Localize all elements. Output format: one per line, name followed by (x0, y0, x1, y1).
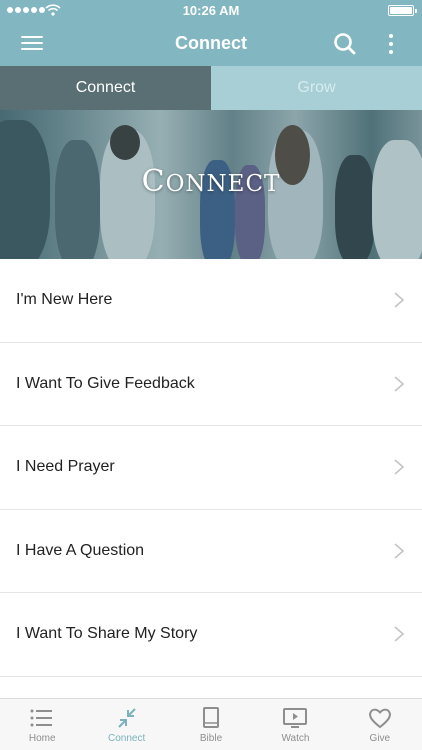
nav-bar: Connect (0, 22, 422, 66)
tab-connect-bottom[interactable]: Connect (84, 699, 168, 750)
heart-icon (368, 708, 391, 729)
more-options-button[interactable] (384, 31, 398, 57)
list-item-label: I Want To Give Feedback (16, 374, 195, 392)
connect-list: I'm New Here I Want To Give Feedback I N… (0, 259, 422, 677)
menu-icon (18, 36, 46, 50)
tab-grow[interactable]: Grow (211, 66, 422, 110)
page-title: Connect (175, 33, 247, 53)
list-item-share-story[interactable]: I Want To Share My Story (0, 593, 422, 677)
list-item-label: I Want To Share My Story (16, 625, 198, 643)
tab-connect[interactable]: Connect (0, 66, 211, 110)
chevron-right-icon (394, 292, 405, 308)
search-button[interactable] (332, 31, 358, 57)
tab-label: Bible (199, 733, 223, 744)
search-icon (334, 33, 356, 55)
list-item-have-question[interactable]: I Have A Question (0, 509, 422, 593)
list-item-label: I Need Prayer (16, 458, 115, 476)
hero-title: CONNECT (141, 164, 281, 199)
list-item-new-here[interactable]: I'm New Here (0, 259, 422, 343)
tab-label: Home (28, 733, 56, 744)
status-time: 10:26 AM (182, 3, 240, 18)
hero-banner: CONNECT (0, 110, 422, 259)
video-icon (283, 708, 308, 728)
chevron-right-icon (394, 543, 405, 559)
status-bar: 10:26 AM (0, 0, 422, 22)
battery-icon (388, 5, 417, 16)
list-item-label: I'm New Here (16, 291, 113, 309)
tab-watch[interactable]: Watch (253, 699, 337, 750)
tab-home[interactable]: Home (0, 699, 84, 750)
chevron-right-icon (394, 376, 405, 392)
list-icon (30, 709, 53, 727)
chevron-right-icon (394, 459, 405, 475)
tab-label: Watch (281, 733, 310, 744)
more-vertical-icon (384, 34, 398, 54)
book-icon (203, 707, 220, 728)
tab-label: Connect (107, 733, 146, 744)
tab-give[interactable]: Give (338, 699, 422, 750)
chevron-right-icon (394, 626, 405, 642)
tab-bible[interactable]: Bible (169, 699, 253, 750)
tab-label: Give (369, 733, 391, 744)
bottom-tab-bar: Home Connect Bible Watch Give (0, 698, 422, 750)
list-item-give-feedback[interactable]: I Want To Give Feedback (0, 342, 422, 426)
list-item-need-prayer[interactable]: I Need Prayer (0, 426, 422, 510)
list-item-label: I Have A Question (16, 541, 145, 559)
menu-button[interactable] (18, 32, 46, 56)
segmented-tabs: Connect Grow (0, 66, 422, 110)
connect-arrows-icon (117, 708, 136, 728)
